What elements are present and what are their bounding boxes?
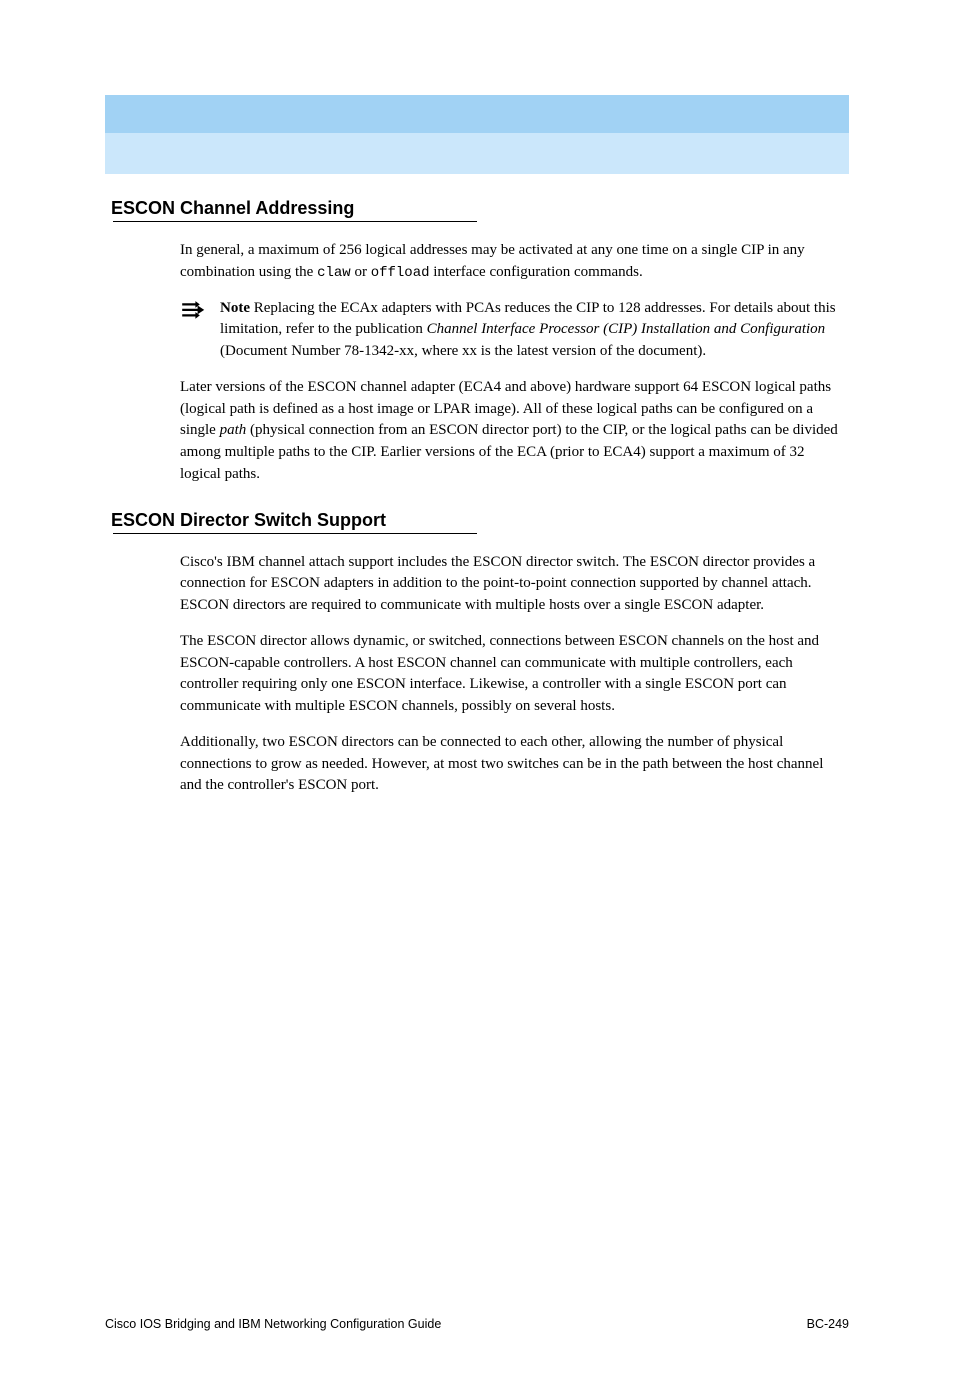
text: interface configuration commands. [430,264,643,280]
paragraph: The ESCON director allows dynamic, or sw… [180,631,839,718]
paragraph: In general, a maximum of 256 logical add… [180,240,839,284]
command-text: claw [317,265,351,281]
paragraph: Later versions of the ESCON channel adap… [180,377,839,486]
command-text: offload [371,265,430,281]
text: (physical connection from an ESCON direc… [180,422,838,482]
header-bar-dark [105,95,849,133]
note-block: Note Replacing the ECAx adapters with PC… [180,298,839,363]
footer-right-page-number: BC-249 [807,1317,849,1331]
paragraph: Additionally, two ESCON directors can be… [180,732,839,797]
note-arrow-icon [180,300,210,325]
footer-left: Cisco IOS Bridging and IBM Networking Co… [105,1317,441,1331]
section-heading-escon-director: ESCON Director Switch Support [111,510,849,531]
text: or [351,264,371,280]
note-label: Note [220,300,250,316]
publication-title: Channel Interface Processor (CIP) Instal… [427,321,826,337]
header-bar-light [105,133,849,174]
emphasis: path [220,422,247,438]
note-text: Note Replacing the ECAx adapters with PC… [220,298,839,363]
section-heading-escon-addressing: ESCON Channel Addressing [111,198,849,219]
heading-underline [113,533,477,534]
page-footer: Cisco IOS Bridging and IBM Networking Co… [105,1317,849,1331]
heading-underline [113,221,477,222]
paragraph: Cisco's IBM channel attach support inclu… [180,552,839,617]
text: (Document Number 78-1342-xx, where xx is… [220,343,706,359]
